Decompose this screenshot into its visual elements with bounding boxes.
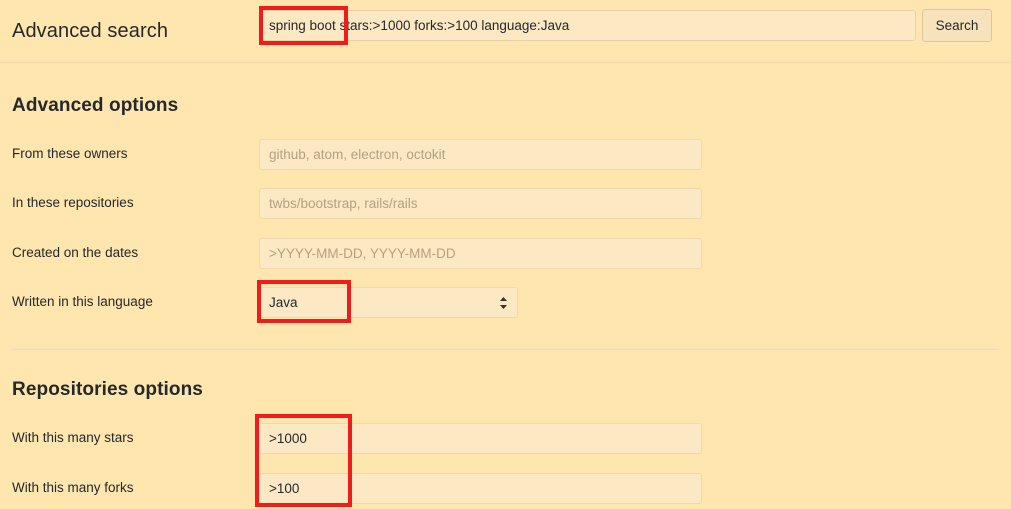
form-row-stars: With this many stars >1000 (0, 423, 1011, 454)
owners-input[interactable]: github, atom, electron, octokit (259, 139, 702, 170)
advanced-options-heading: Advanced options (12, 95, 179, 116)
label-from-these-owners: From these owners (12, 146, 128, 161)
search-button[interactable]: Search (922, 9, 992, 42)
form-row-language: Written in this language Java (0, 287, 1011, 318)
stars-input[interactable]: >1000 (259, 423, 702, 454)
repositories-options-heading: Repositories options (12, 379, 203, 400)
search-input[interactable]: spring boot stars:>1000 forks:>100 langu… (259, 10, 916, 41)
form-row-forks: With this many forks >100 (0, 473, 1011, 504)
language-select-value: Java (269, 295, 298, 310)
form-row-dates: Created on the dates >YYYY-MM-DD, YYYY-M… (0, 238, 1011, 269)
forks-input[interactable]: >100 (259, 473, 702, 504)
label-in-these-repositories: In these repositories (12, 195, 134, 210)
label-created-on-the-dates: Created on the dates (12, 245, 139, 260)
label-with-this-many-stars: With this many stars (12, 430, 134, 445)
language-select[interactable]: Java (259, 287, 518, 318)
label-written-in-this-language: Written in this language (12, 294, 153, 309)
select-updown-icon (499, 296, 508, 310)
section-divider (12, 348, 999, 350)
label-with-this-many-forks: With this many forks (12, 480, 134, 495)
search-header: Advanced search spring boot stars:>1000 … (0, 0, 1011, 63)
form-row-repositories: In these repositories twbs/bootstrap, ra… (0, 188, 1011, 219)
form-row-owners: From these owners github, atom, electron… (0, 139, 1011, 170)
created-dates-input[interactable]: >YYYY-MM-DD, YYYY-MM-DD (259, 238, 702, 269)
page-title: Advanced search (12, 19, 169, 42)
repositories-input[interactable]: twbs/bootstrap, rails/rails (259, 188, 702, 219)
